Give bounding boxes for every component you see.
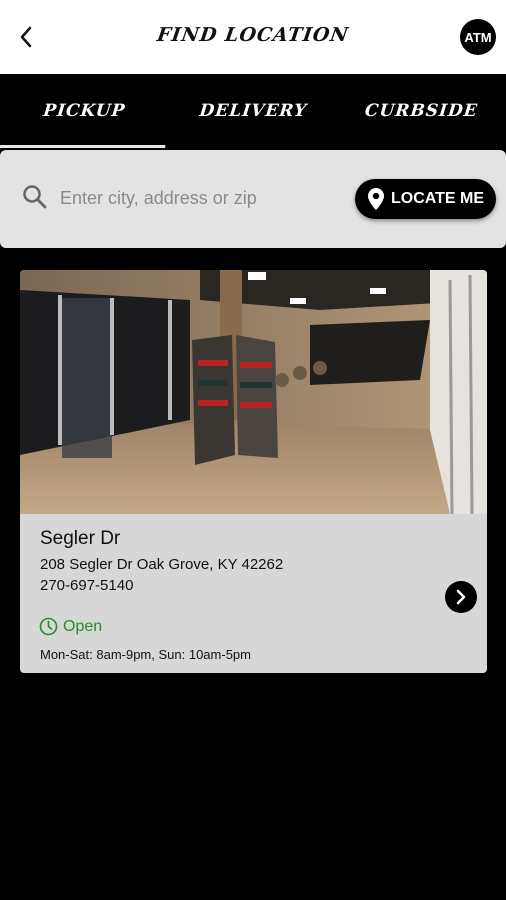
open-status: Open <box>39 617 102 636</box>
account-avatar[interactable]: ATM <box>460 19 496 55</box>
store-phone[interactable]: 270-697-5140 <box>40 577 133 594</box>
locate-me-label: LOCATE ME <box>390 190 485 207</box>
search-bar: LOCATE ME <box>0 150 506 248</box>
tab-delivery[interactable]: DELIVERY <box>165 74 341 148</box>
store-name: Segler Dr <box>40 528 121 549</box>
store-card[interactable]: Segler Dr 208 Segler Dr Oak Grove, KY 42… <box>20 270 487 673</box>
chevron-right-icon <box>456 589 466 605</box>
order-type-tabs: PICKUP DELIVERY CURBSIDE <box>0 74 506 148</box>
top-header: FIND LOCATION ATM <box>0 0 506 74</box>
store-hours: Mon-Sat: 8am-9pm, Sun: 10am-5pm <box>40 647 251 662</box>
clock-icon <box>39 617 58 636</box>
search-icon <box>23 185 47 209</box>
page-title: FIND LOCATION <box>155 24 351 46</box>
locate-me-button[interactable]: LOCATE ME <box>355 179 496 219</box>
tab-curbside[interactable]: CURBSIDE <box>333 74 506 148</box>
store-address: 208 Segler Dr Oak Grove, KY 42262 <box>40 556 284 573</box>
map-pin-icon <box>367 188 384 210</box>
status-label: Open <box>63 617 103 635</box>
store-details: Segler Dr 208 Segler Dr Oak Grove, KY 42… <box>20 514 487 673</box>
search-input[interactable] <box>58 180 342 216</box>
store-photo <box>20 270 487 514</box>
tab-pickup[interactable]: PICKUP <box>0 74 173 148</box>
store-details-button[interactable] <box>445 581 477 613</box>
